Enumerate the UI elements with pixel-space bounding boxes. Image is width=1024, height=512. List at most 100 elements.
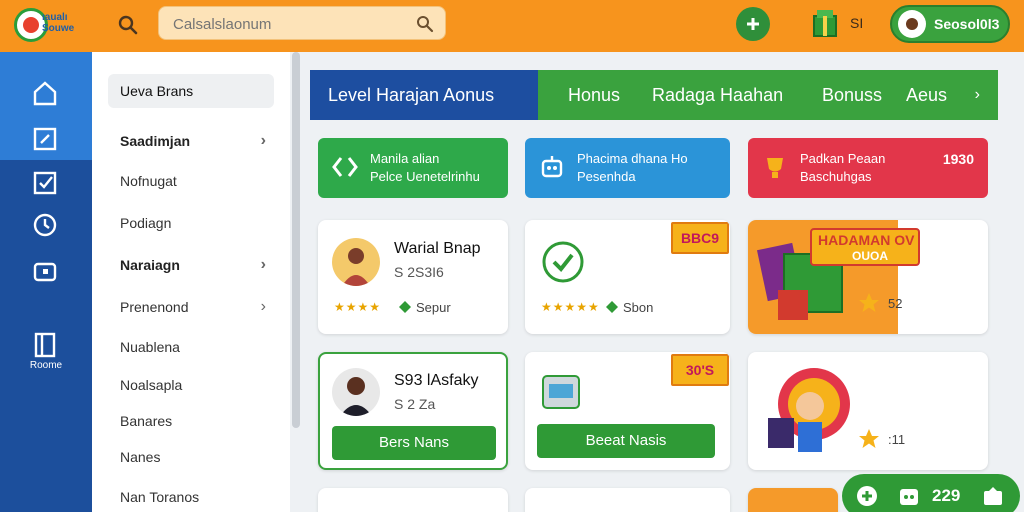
search-field[interactable] [158, 6, 446, 40]
trophy-icon [767, 158, 783, 178]
wallet-icon[interactable] [30, 256, 60, 286]
list-item[interactable] [525, 488, 730, 512]
sidebar-item[interactable]: Prenenond › [108, 290, 274, 324]
sidebar-item-label: Nofnugat [120, 173, 177, 189]
star-icon [859, 293, 879, 312]
plus-icon [747, 18, 759, 30]
tab-radaga[interactable]: Radaga Haahan [652, 70, 783, 120]
search-icon[interactable] [116, 13, 140, 37]
promo-title: Phacima dhana Ho [577, 151, 688, 166]
check-icon [542, 241, 584, 283]
promo-card-2[interactable]: Phacima dhana Ho Pesenhda [525, 138, 730, 198]
edit-icon[interactable] [30, 124, 60, 154]
avatar [332, 368, 380, 416]
sidebar-item[interactable]: Nanes [108, 440, 274, 474]
sidebar-item-label: Saadimjan [120, 133, 191, 149]
sidebar-item-label: Banares [120, 413, 173, 429]
promo-title: Manila alian [370, 151, 440, 166]
card-meta: 52 [888, 296, 903, 311]
player-card[interactable]: Warial Bnap S 2S3I6 ★★★★ Sepur [318, 220, 508, 334]
search-submit-icon[interactable] [415, 14, 435, 34]
add-button[interactable] [736, 7, 770, 41]
top-bar: ıaualı Souwe SI Seosol0l3 [0, 0, 1024, 52]
banner-badge: HADAMAN OV OUOA [810, 228, 920, 266]
promo-subtitle: Baschuhgas [800, 169, 872, 184]
sidebar-item-label: Noalsapla [120, 377, 183, 393]
logo-text: ıaualı Souwe [42, 12, 75, 34]
claim-button[interactable]: Beeat Nasis [537, 424, 715, 458]
sidebar-item-label: Ueva Brans [120, 83, 194, 99]
promo-card-1[interactable]: Manila alian Pelce Uenetelrinhu [318, 138, 508, 198]
sidebar-item-label: Prenenond [120, 299, 189, 315]
chevron-right-icon: › [260, 256, 266, 273]
card-title: Warial Bnap [394, 240, 481, 257]
list-item[interactable] [748, 488, 838, 512]
claim-button[interactable]: Bers Nans [332, 426, 496, 460]
tab-next-icon[interactable]: › [975, 70, 980, 120]
sidebar-item-label: Nuablena [120, 339, 180, 355]
avatar [332, 238, 380, 286]
sidebar-item[interactable]: Nofnugat [108, 164, 274, 198]
sidebar-item[interactable]: Ueva Brans [108, 74, 274, 108]
banner-title: HADAMAN OV [818, 232, 915, 248]
tab-bar: Level Harajan Aonus Honus Radaga Haahan … [310, 70, 998, 120]
add-circle-icon[interactable] [856, 485, 878, 507]
sidebar-item[interactable]: Naraiagn › [108, 248, 274, 282]
list-item[interactable] [318, 488, 508, 512]
coin-count: SI [850, 15, 864, 31]
sidebar-item[interactable]: Nan Toranos [108, 480, 274, 512]
chevron-right-icon: › [260, 298, 266, 315]
ribbon-badge: 30'S [671, 354, 729, 386]
app-logo[interactable]: ıaualı Souwe [14, 6, 84, 46]
sidebar-item[interactable]: Podiagn [108, 206, 274, 240]
clock-icon[interactable] [30, 210, 60, 240]
star-icon [859, 429, 879, 448]
tablet-icon [542, 375, 580, 409]
book-icon[interactable] [30, 330, 60, 360]
sidebar-item-label: Nanes [120, 449, 161, 465]
sidebar-item-label: Naraiagn [120, 257, 180, 273]
home-icon[interactable] [30, 78, 60, 108]
sidebar-item[interactable]: Noalsapla [108, 368, 274, 402]
quick-action-bar[interactable]: 229 [842, 474, 1020, 512]
gift-icon[interactable] [812, 8, 838, 38]
mascot-image [768, 368, 850, 452]
quick-value: 229 [932, 486, 961, 505]
tab-honus[interactable]: Honus [568, 70, 620, 120]
tab-level-bonus[interactable]: Level Harajan Aonus [328, 70, 494, 120]
side-nav: Ueva Brans Saadimjan › Nofnugat Podiagn Narai… [92, 52, 290, 512]
promo-card-3[interactable]: Padkan Peaan Baschuhgas 1930 [748, 138, 988, 198]
promo-subtitle: Pesenhda [577, 169, 636, 184]
checklist-icon[interactable] [30, 168, 60, 198]
rail-label: Roome [29, 360, 63, 371]
promo-image-card[interactable]: HADAMAN OV OUOA 52 [748, 220, 988, 334]
scrollbar[interactable] [292, 52, 300, 428]
profile-button[interactable]: Seosol0l3 [890, 5, 1010, 43]
card-meta: Sepur [416, 300, 451, 315]
search-input[interactable] [173, 13, 413, 35]
sidebar-item[interactable]: Banares [108, 404, 274, 438]
rating-stars: ★★★★ [334, 300, 382, 314]
card-subtitle: S 2 Za [394, 396, 436, 412]
leaf-icon [399, 301, 411, 313]
player-card-selected[interactable]: S93 lAsfaky S 2 Za Bers Nans [318, 352, 508, 470]
share-icon[interactable] [982, 485, 1004, 507]
bonus-card[interactable]: BBC9 ★★★★★ Sbon [525, 220, 730, 334]
offer-card[interactable]: 30'S Beeat Nasis [525, 352, 730, 470]
chevron-right-icon: › [260, 132, 266, 149]
rating-stars: ★★★★★ [541, 300, 600, 314]
tab-aeus[interactable]: Aeus [906, 70, 947, 120]
sidebar-item[interactable]: Nuablena [108, 330, 274, 364]
robot-icon[interactable] [898, 485, 920, 507]
sidebar-item[interactable]: Saadimjan › [108, 124, 274, 158]
sidebar-item-label: Podiagn [120, 215, 172, 231]
avatar [898, 10, 926, 38]
card-meta: :11 [888, 432, 906, 447]
icon-rail: Roome [0, 52, 92, 512]
sidebar-item-label: Nan Toranos [120, 489, 200, 505]
card-title: S93 lAsfaky [394, 372, 479, 389]
tab-bonuss[interactable]: Bonuss [822, 70, 882, 120]
mascot-card[interactable]: :11 [748, 352, 988, 470]
leaf-icon [606, 301, 618, 313]
banner-sub: OUOA [852, 249, 888, 263]
